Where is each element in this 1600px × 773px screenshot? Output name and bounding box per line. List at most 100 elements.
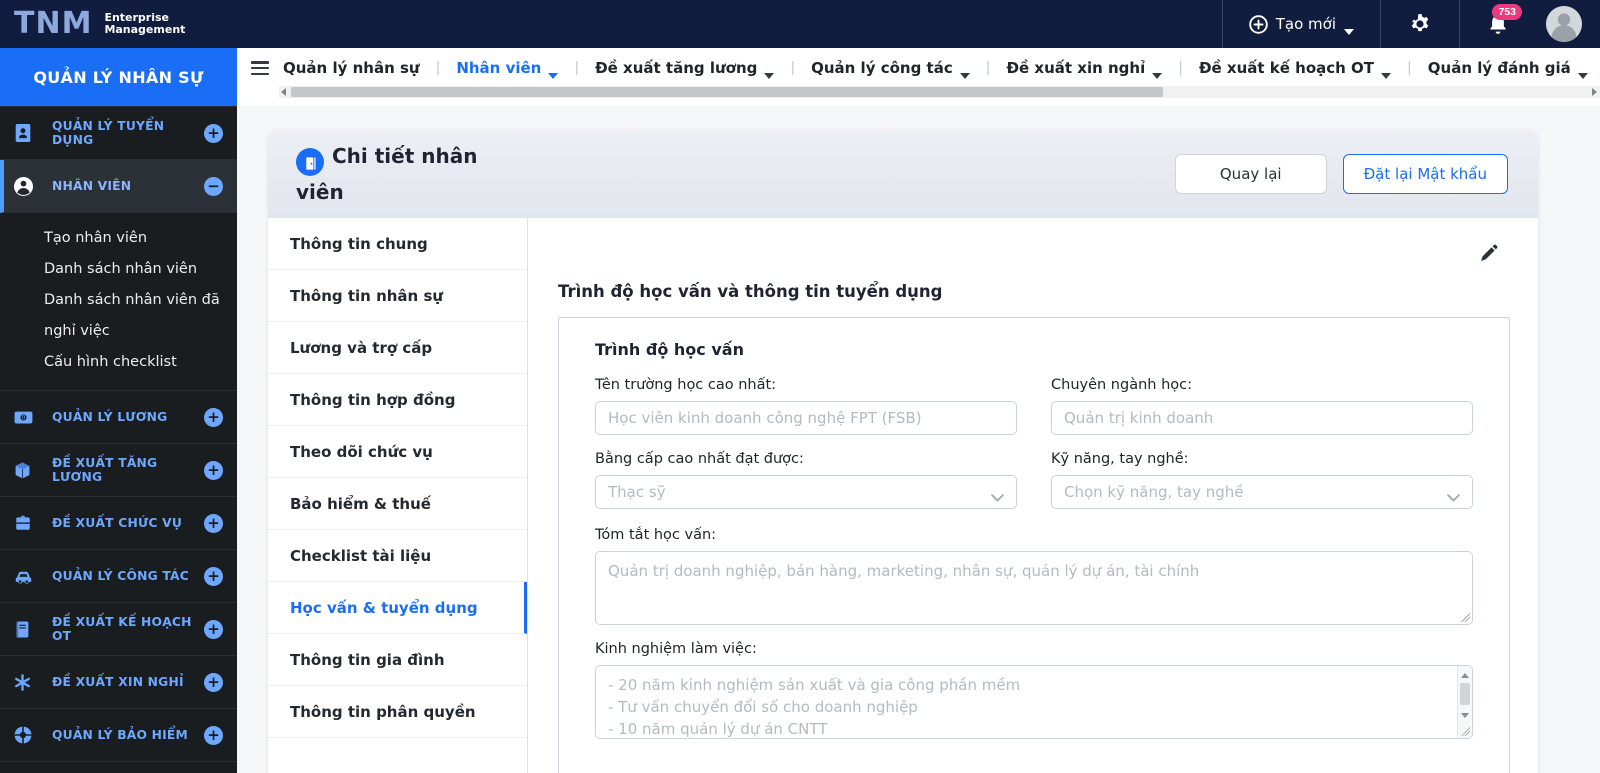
- brand[interactable]: TNM Enterprise Management: [0, 9, 185, 39]
- school-label: Tên trường học cao nhất:: [595, 377, 777, 393]
- settings-button[interactable]: [1381, 0, 1459, 48]
- expand-icon[interactable]: +: [204, 619, 223, 639]
- tab-luong-va-tro-cap[interactable]: Lương và trợ cấp: [268, 322, 527, 374]
- tab-thong-tin-phan-quyen[interactable]: Thông tin phân quyền: [268, 686, 527, 738]
- sidebar-subitem-tao-nhan-vien[interactable]: Tạo nhân viên: [44, 223, 221, 254]
- main-content: Chi tiết nhân viên Quay lại Đặt lại Mật …: [237, 106, 1600, 773]
- scroll-left-icon[interactable]: [277, 86, 289, 98]
- tab-thong-tin-hop-dong[interactable]: Thông tin hợp đồng: [268, 374, 527, 426]
- topnav-item-de-xuat-xin-nghi[interactable]: Đề xuất xin nghỉ: [1002, 59, 1166, 79]
- tab-thong-tin-chung[interactable]: Thông tin chung: [268, 218, 527, 270]
- edit-icon[interactable]: [1481, 244, 1498, 265]
- journal-icon: [14, 619, 34, 639]
- tab-hoc-van-tuyen-dung[interactable]: Học vấn & tuyển dụng: [268, 582, 527, 634]
- sidebar-item-de-xuat-chuc-vu[interactable]: ĐỀ XUẤT CHỨC VỤ +: [0, 497, 237, 550]
- caret-down-icon: [1381, 65, 1392, 79]
- plus-circle-icon: [1248, 14, 1268, 34]
- expand-icon[interactable]: +: [204, 566, 223, 586]
- tnm-logo[interactable]: TNM: [14, 9, 92, 39]
- degree-select[interactable]: Thạc sỹ: [595, 475, 1017, 509]
- expand-icon[interactable]: +: [204, 123, 223, 143]
- summary-textarea[interactable]: [595, 551, 1473, 625]
- sidebar-subitem-danh-sach-nhan-vien[interactable]: Danh sách nhân viên: [44, 254, 221, 285]
- skills-select[interactable]: Chọn kỹ năng, tay nghề: [1051, 475, 1473, 509]
- scrollbar-thumb[interactable]: [291, 87, 1163, 97]
- cash-icon: 0: [14, 407, 34, 427]
- group-title: Trình độ học vấn: [595, 340, 744, 359]
- sidebar-item-nhan-vien[interactable]: NHÂN VIÊN −: [0, 160, 237, 213]
- lifebuoy-icon: [14, 725, 34, 745]
- caret-down-icon: [764, 65, 775, 79]
- collapse-icon[interactable]: −: [204, 176, 223, 196]
- create-new-button[interactable]: Tạo mới: [1223, 0, 1380, 48]
- back-button[interactable]: Quay lại: [1174, 154, 1327, 194]
- user-avatar[interactable]: [1546, 6, 1582, 42]
- tab-checklist-tai-lieu[interactable]: Checklist tài liệu: [268, 530, 527, 582]
- tab-thong-tin-gia-dinh[interactable]: Thông tin gia đình: [268, 634, 527, 686]
- topnav-item-nhan-vien[interactable]: Nhân viên: [452, 59, 562, 79]
- card-header: Chi tiết nhân viên Quay lại Đặt lại Mật …: [268, 130, 1538, 218]
- asterisk-icon: [14, 672, 34, 692]
- scrollbar-thumb[interactable]: [1460, 683, 1470, 705]
- resize-grip-icon[interactable]: [1460, 612, 1470, 622]
- caret-down-icon: [548, 65, 559, 79]
- degree-label: Bằng cấp cao nhất đạt được:: [595, 451, 804, 467]
- employee-detail-icon: [296, 147, 324, 176]
- person-circle-icon: [14, 176, 34, 196]
- expand-icon[interactable]: +: [204, 460, 223, 480]
- topnav-item-quan-ly-danh-gia[interactable]: Quản lý đánh giá: [1424, 59, 1592, 79]
- topnav-item-quan-ly-nhan-su[interactable]: Quản lý nhân sự: [279, 59, 424, 77]
- scroll-right-icon[interactable]: [1588, 86, 1600, 98]
- sidebar-item-de-xuat-tang-luong[interactable]: ĐỀ XUẤT TĂNG LƯƠNG +: [0, 444, 237, 497]
- menu-toggle-icon[interactable]: [251, 61, 269, 75]
- expand-icon[interactable]: +: [204, 725, 223, 745]
- section-title: Trình độ học vấn và thông tin tuyển dụng: [558, 282, 943, 301]
- experience-textarea[interactable]: [595, 665, 1473, 739]
- person-badge-icon: [14, 123, 34, 143]
- topnav-item-de-xuat-tang-luong[interactable]: Đề xuất tăng lương: [591, 59, 778, 79]
- expand-icon[interactable]: +: [204, 513, 223, 533]
- notifications-button[interactable]: 753: [1460, 0, 1536, 48]
- gear-icon: [1409, 13, 1431, 35]
- sidebar-subitem-danh-sach-nhan-vien-da-nghi-viec[interactable]: Danh sách nhân viên đã nghỉ việc: [44, 285, 221, 347]
- education-fieldset: Trình độ học vấn Tên trường học cao nhất…: [558, 317, 1510, 773]
- sidebar-subitem-cau-hinh-checklist[interactable]: Cấu hình checklist: [44, 347, 221, 378]
- experience-label: Kinh nghiệm làm việc:: [595, 641, 757, 657]
- chevron-down-icon: [1447, 487, 1460, 506]
- caret-down-icon: [1344, 21, 1354, 35]
- tab-bao-hiem-thue[interactable]: Bảo hiểm & thuế: [268, 478, 527, 530]
- car-icon: [14, 566, 34, 586]
- nav-separator: |: [435, 60, 441, 76]
- major-label: Chuyên ngành học:: [1051, 377, 1192, 393]
- sidebar: QUẢN LÝ TUYỂN DỤNG + NHÂN VIÊN − Tạo nhâ…: [0, 106, 237, 773]
- expand-icon[interactable]: +: [204, 672, 223, 692]
- tab-theo-doi-chuc-vu[interactable]: Theo dõi chức vụ: [268, 426, 527, 478]
- top-navigation: Quản lý nhân sự | Nhân viên | Đề xuất tă…: [237, 48, 1600, 106]
- module-title: QUẢN LÝ NHÂN SỰ: [0, 48, 237, 106]
- scroll-down-icon[interactable]: [1458, 708, 1472, 722]
- horizontal-scrollbar[interactable]: [279, 86, 1600, 98]
- sub-header: QUẢN LÝ NHÂN SỰ Quản lý nhân sự | Nhân v…: [0, 48, 1600, 106]
- tab-thong-tin-nhan-su[interactable]: Thông tin nhân sự: [268, 270, 527, 322]
- sidebar-item-de-xuat-xin-nghi[interactable]: ĐỀ XUẤT XIN NGHỈ +: [0, 656, 237, 709]
- nav-separator: |: [574, 60, 580, 76]
- topnav-item-quan-ly-cong-tac[interactable]: Quản lý công tác: [807, 59, 974, 79]
- expand-icon[interactable]: +: [204, 407, 223, 427]
- sidebar-item-quan-ly-luong[interactable]: 0 QUẢN LÝ LƯƠNG +: [0, 391, 237, 444]
- sidebar-item-quan-ly-bao-hiem[interactable]: QUẢN LÝ BẢO HIỂM +: [0, 709, 237, 762]
- reset-password-button[interactable]: Đặt lại Mật khẩu: [1342, 154, 1508, 194]
- sidebar-item-quan-ly-cong-tac[interactable]: QUẢN LÝ CÔNG TÁC +: [0, 550, 237, 603]
- employee-detail-card: Chi tiết nhân viên Quay lại Đặt lại Mật …: [268, 130, 1538, 773]
- top-header-bar: TNM Enterprise Management Tạo mới 753: [0, 0, 1600, 48]
- major-input[interactable]: [1051, 401, 1473, 435]
- school-input[interactable]: [595, 401, 1017, 435]
- skills-label: Kỹ năng, tay nghề:: [1051, 451, 1189, 467]
- education-form-panel: Trình độ học vấn và thông tin tuyển dụng…: [528, 218, 1538, 773]
- scroll-up-icon[interactable]: [1458, 668, 1472, 682]
- topnav-item-de-xuat-ke-hoach-ot[interactable]: Đề xuất kế hoạch OT: [1195, 59, 1395, 79]
- sidebar-item-quan-ly-tuyen-dung[interactable]: QUẢN LÝ TUYỂN DỤNG +: [0, 107, 237, 160]
- box-icon: [14, 460, 34, 480]
- sidebar-item-de-xuat-ke-hoach-ot[interactable]: ĐỀ XUẤT KẾ HOẠCH OT +: [0, 603, 237, 656]
- resize-grip-icon[interactable]: [1460, 726, 1470, 736]
- chevron-down-icon: [991, 487, 1004, 506]
